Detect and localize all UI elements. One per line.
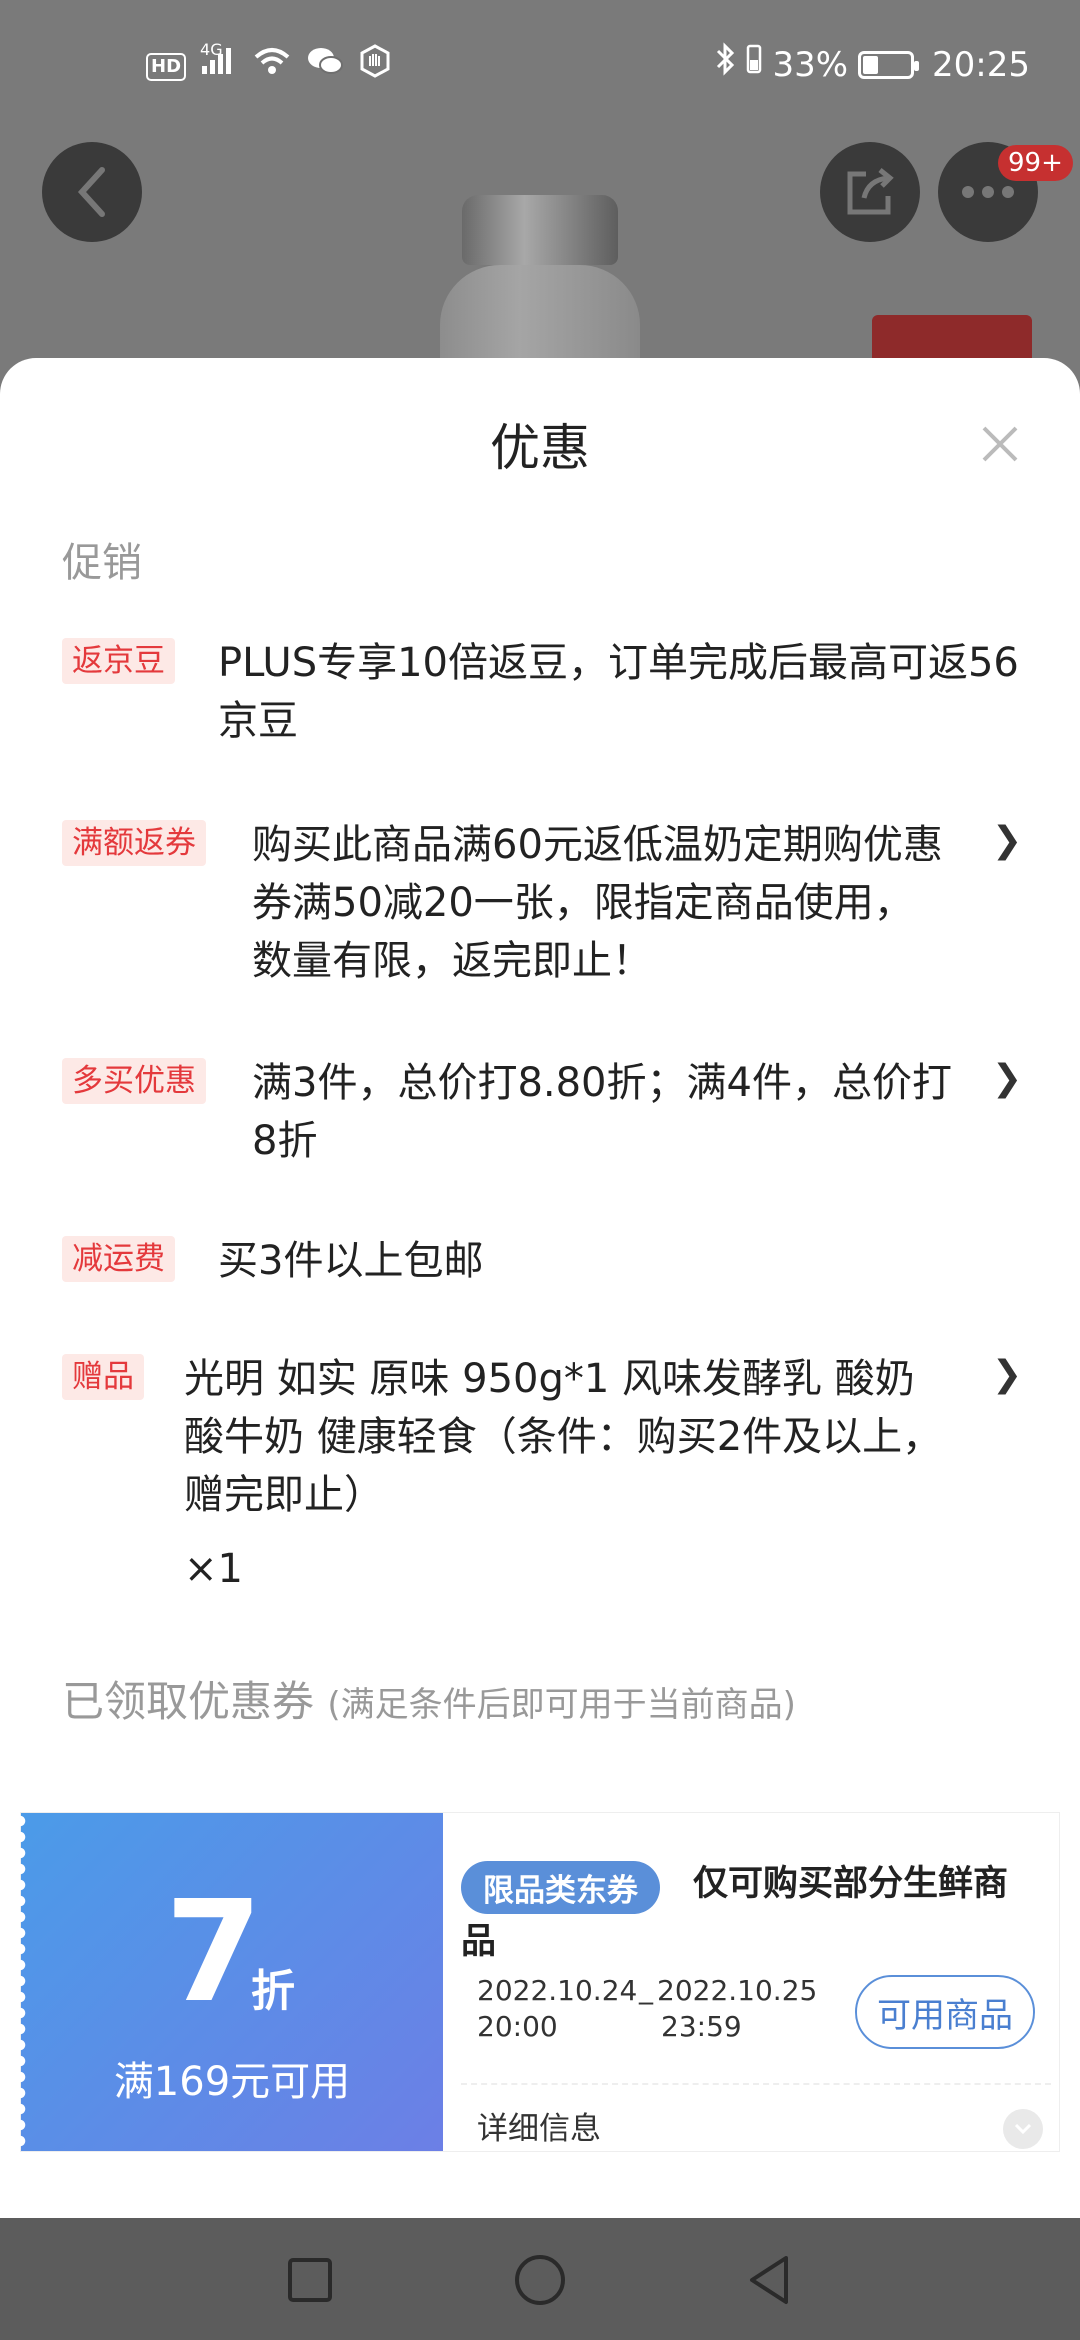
- coupon-end: _ 2022.10.25 23:59: [639, 1972, 837, 2045]
- share-icon: [847, 168, 894, 215]
- end-time: 23:59: [661, 2010, 742, 2043]
- promo-tag: 满额返券: [62, 820, 206, 866]
- more-dots-icon: [962, 186, 1014, 198]
- hd-icon: HD: [146, 52, 187, 81]
- promo-item-multi-buy[interactable]: 多买优惠 满3件，总价打8.80折；满4件，总价打8折 ❯: [62, 1058, 1022, 1178]
- clock: 20:25: [932, 44, 1030, 85]
- sheet-title: 优惠: [490, 419, 590, 477]
- promo-tag: 赠品: [62, 1354, 144, 1400]
- promo-tag: 多买优惠: [62, 1058, 206, 1104]
- coupon-condition: 满169元可用: [113, 2059, 351, 2105]
- promo-tag: 返京豆: [62, 638, 175, 684]
- battery-icon: [858, 50, 920, 79]
- home-icon[interactable]: [510, 2250, 570, 2310]
- discount-value: 7: [165, 1871, 263, 2034]
- coupon-detail-label[interactable]: 详细信息: [477, 2103, 601, 2148]
- coupon-card: 7 折 满169元可用 仅可购买部分生鲜商品 限品类东券 2022.10.24 …: [20, 1812, 1060, 2152]
- promo-item-coupon-return[interactable]: 满额返券 购买此商品满60元返低温奶定期购优惠券满50减20一张，限指定商品使用…: [62, 820, 1022, 1000]
- bluetooth-icon: [714, 42, 736, 87]
- share-button[interactable]: [820, 142, 920, 242]
- promo-tag: 减运费: [62, 1236, 175, 1282]
- promo-text: 买3件以上包邮: [218, 1238, 484, 1284]
- promo-text: PLUS专享10倍返豆，订单完成后最高可返56京豆: [218, 640, 1019, 744]
- coupon-start: 2022.10.24 20:00: [477, 1973, 657, 2045]
- signal-icon: 4G: [200, 40, 238, 89]
- chevron-down-icon[interactable]: [1003, 2109, 1043, 2149]
- chevron-left-icon: [77, 167, 105, 217]
- coupons-section-title: 已领取优惠券 (满足条件后即可用于当前商品): [62, 1668, 796, 1729]
- status-right-icons: 33% 20:25: [714, 42, 1030, 87]
- end-date: 2022.10.25: [657, 1974, 818, 2007]
- close-icon[interactable]: [976, 420, 1024, 468]
- chevron-right-icon: ❯: [992, 820, 1023, 861]
- date-separator: _: [639, 1972, 653, 2005]
- status-bar: HD 4G 33% 20:25: [0, 0, 1080, 120]
- coupon-divider: [461, 2083, 1051, 2085]
- promotions-label: 促销: [62, 540, 142, 586]
- coupons-title: 已领取优惠券: [62, 1677, 315, 1726]
- hand-icon: [358, 44, 392, 89]
- battery-fill: [863, 55, 879, 74]
- coupon-discount-panel: 7 折 满169元可用: [20, 1813, 443, 2151]
- promo-item-gift[interactable]: 赠品 光明 如实 原味 950g*1 风味发酵乳 酸奶酸牛奶 健康轻食（条件：购…: [62, 1354, 1022, 1614]
- notification-badge: 99+: [998, 145, 1073, 181]
- start-date: 2022.10.24: [477, 1974, 638, 2007]
- wechat-icon: [306, 45, 344, 88]
- coupon-info-panel: 仅可购买部分生鲜商品 限品类东券 2022.10.24 20:00 _ 2022…: [443, 1813, 1059, 2151]
- back-triangle-icon[interactable]: [740, 2250, 800, 2310]
- system-nav-bar: [0, 2218, 1080, 2340]
- chevron-right-icon: ❯: [992, 1354, 1023, 1395]
- promo-item-jingdou: 返京豆 PLUS专享10倍返豆，订单完成后最高可返56京豆: [62, 638, 1022, 758]
- coupon-category-tag: 限品类东券: [461, 1861, 660, 1914]
- start-time: 20:00: [477, 2010, 558, 2043]
- promo-text: 光明 如实 原味 950g*1 风味发酵乳 酸奶酸牛奶 健康轻食（条件：购买2件…: [184, 1356, 943, 1518]
- available-products-button[interactable]: 可用商品: [855, 1975, 1035, 2049]
- back-button[interactable]: [42, 142, 142, 242]
- discount-unit: 折: [251, 1966, 295, 2017]
- bottle-cap-shape: [462, 195, 618, 265]
- promo-text: 满3件，总价打8.80折；满4件，总价打8折: [252, 1060, 952, 1164]
- gift-quantity: ×1: [184, 1546, 243, 1592]
- battery-percent: 33%: [772, 44, 849, 85]
- wifi-icon: [252, 45, 292, 88]
- promo-text: 购买此商品满60元返低温奶定期购优惠券满50减20一张，限指定商品使用，数量有限…: [252, 822, 943, 984]
- status-left-icons: HD 4G: [146, 40, 392, 89]
- phone-battery-icon: [746, 44, 762, 85]
- recent-apps-icon[interactable]: [280, 2250, 340, 2310]
- chevron-right-icon: ❯: [992, 1058, 1023, 1099]
- network-type: 4G: [200, 40, 223, 59]
- promo-item-shipping: 减运费 买3件以上包邮: [62, 1236, 1022, 1296]
- coupons-subtitle: (满足条件后即可用于当前商品): [327, 1685, 796, 1725]
